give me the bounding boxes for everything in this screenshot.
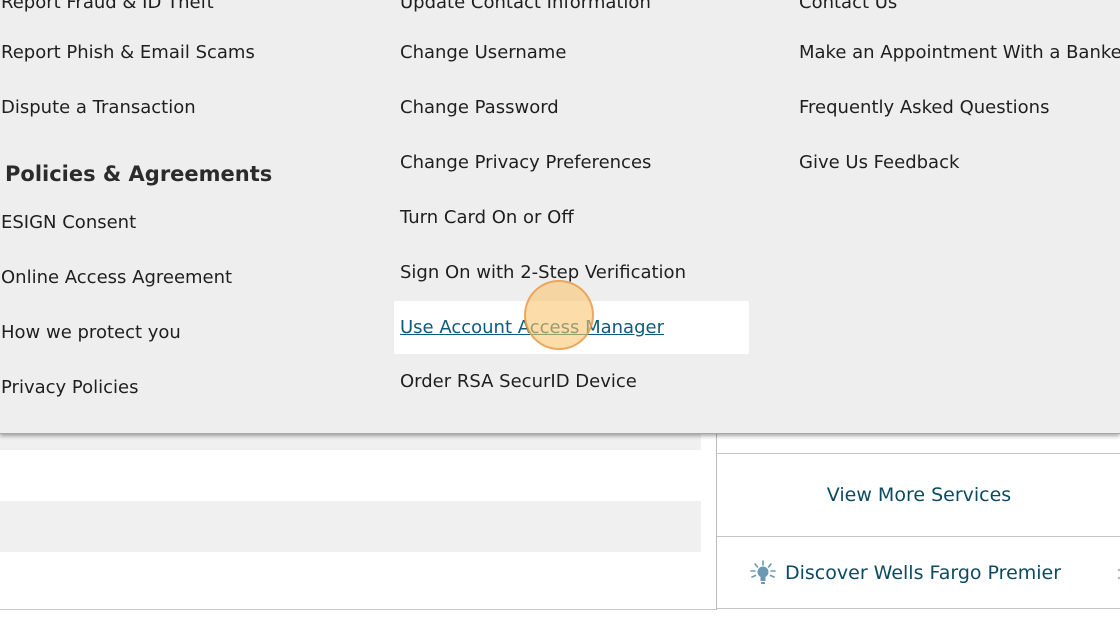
menu-item-change-username[interactable]: Change Username [400, 42, 566, 64]
divider [0, 609, 717, 610]
menu-item-how-we-protect-you[interactable]: How we protect you [1, 322, 181, 344]
menu-item-esign-consent[interactable]: ESIGN Consent [1, 212, 136, 234]
menu-item-dispute-transaction[interactable]: Dispute a Transaction [1, 97, 196, 119]
lightbulb-icon [750, 559, 776, 584]
menu-item-2-step-verification[interactable]: Sign On with 2-Step Verification [400, 262, 686, 284]
view-more-services-link[interactable]: View More Services [827, 484, 1011, 506]
discover-premier-link[interactable]: Discover Wells Fargo Premier [785, 562, 1061, 584]
services-panel: View More Services Discover Wells Fargo … [716, 410, 1120, 610]
menu-item-contact-us[interactable]: Contact Us [799, 0, 897, 14]
menu-item-online-access-agreement[interactable]: Online Access Agreement [1, 267, 232, 289]
menu-item-make-appointment[interactable]: Make an Appointment With a Banker [799, 42, 1120, 64]
menu-item-change-privacy[interactable]: Change Privacy Preferences [400, 152, 651, 174]
menu-item-faq[interactable]: Frequently Asked Questions [799, 97, 1049, 119]
view-more-services-row[interactable]: View More Services [717, 454, 1120, 537]
menu-item-turn-card[interactable]: Turn Card On or Off [400, 207, 574, 229]
policies-heading: Policies & Agreements [5, 162, 273, 186]
discover-premier-row[interactable]: Discover Wells Fargo Premier [717, 537, 1120, 609]
menu-item-privacy-policies[interactable]: Privacy Policies [1, 377, 138, 399]
content-row [0, 501, 701, 552]
mega-menu-dropdown: Report Fraud & ID Theft Report Phish & E… [0, 0, 1120, 434]
menu-item-order-rsa-device[interactable]: Order RSA SecurID Device [400, 371, 637, 393]
menu-item-account-access-manager[interactable]: Use Account Access Manager [400, 317, 664, 339]
menu-item-update-contact[interactable]: Update Contact Information [400, 0, 651, 14]
menu-item-feedback[interactable]: Give Us Feedback [799, 152, 959, 174]
menu-item-report-phish[interactable]: Report Phish & Email Scams [1, 42, 255, 64]
menu-item-change-password[interactable]: Change Password [400, 97, 559, 119]
menu-item-report-fraud[interactable]: Report Fraud & ID Theft [1, 0, 214, 14]
